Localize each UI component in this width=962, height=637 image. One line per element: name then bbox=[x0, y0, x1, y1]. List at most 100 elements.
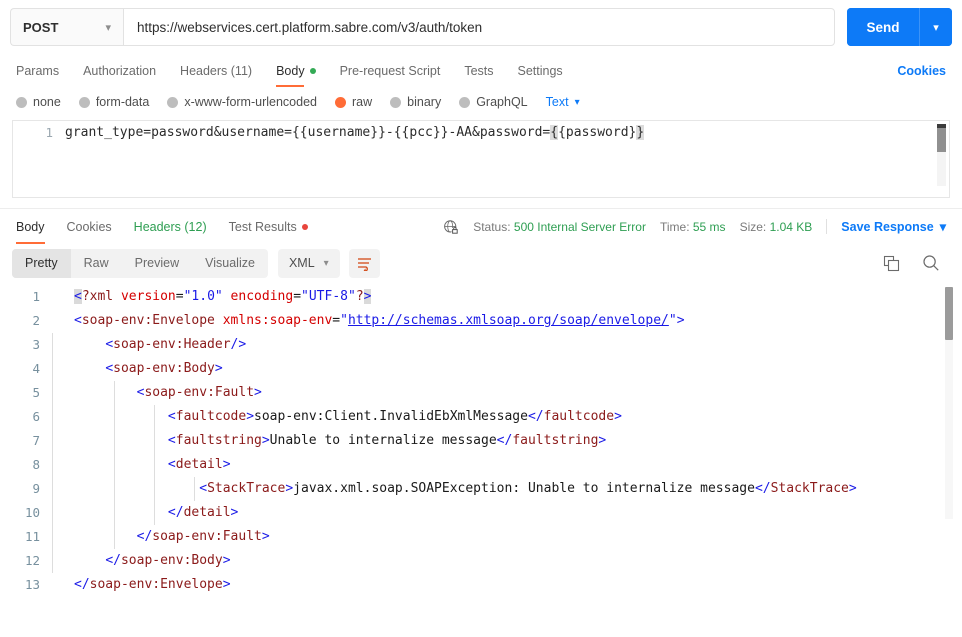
time-value: 55 ms bbox=[692, 219, 726, 234]
radio-icon bbox=[16, 96, 27, 108]
response-body-code[interactable]: 1 <?xml version="1.0" encoding="UTF-8"?>… bbox=[0, 282, 962, 622]
fold-guide bbox=[52, 405, 53, 429]
fold-guide bbox=[52, 477, 53, 501]
response-tab-body[interactable]: Body bbox=[16, 209, 45, 244]
code-text: <detail> bbox=[52, 453, 231, 477]
response-tab-cookies[interactable]: Cookies bbox=[67, 209, 112, 244]
view-mode-raw[interactable]: Raw bbox=[71, 249, 122, 278]
chevron-down-icon: ▾ bbox=[939, 220, 946, 234]
request-url-bar: POST ▾ Send ▾ bbox=[0, 0, 962, 54]
code-line: 6 <faultcode>soap-env:Client.InvalidEbXm… bbox=[0, 405, 962, 429]
status-label: Status: bbox=[473, 219, 511, 234]
line-number: 12 bbox=[24, 553, 40, 568]
request-body-line: 1 grant_type=password&username={{usernam… bbox=[13, 121, 949, 145]
response-tab-test-results[interactable]: Test Results bbox=[229, 209, 308, 244]
line-number: 1 bbox=[45, 125, 53, 140]
raw-format-value: Text bbox=[545, 95, 569, 109]
body-type-graphql[interactable]: GraphQL bbox=[459, 95, 528, 109]
copy-icon[interactable] bbox=[883, 255, 900, 272]
code-line: 13 </soap-env:Envelope> bbox=[0, 573, 962, 597]
radio-label: form-data bbox=[95, 95, 150, 109]
response-body-scrollbar[interactable] bbox=[945, 287, 953, 519]
tab-authorization[interactable]: Authorization bbox=[83, 54, 156, 87]
request-body-variable: {password} bbox=[558, 125, 637, 140]
fold-guide bbox=[154, 477, 155, 501]
code-text: </detail> bbox=[52, 501, 238, 525]
tab-label: Test Results bbox=[228, 219, 297, 234]
send-button[interactable]: Send bbox=[847, 8, 919, 46]
namespace-url-link[interactable]: http://schemas.xmlsoap.org/soap/envelope… bbox=[348, 313, 669, 328]
fold-guide bbox=[52, 381, 53, 405]
code-line: 3 <soap-env:Header/> bbox=[0, 333, 962, 357]
body-type-form-data[interactable]: form-data bbox=[78, 95, 150, 109]
request-body-text[interactable]: grant_type=password&username={{username}… bbox=[65, 121, 645, 145]
tab-pre-request-script[interactable]: Pre-request Script bbox=[340, 54, 441, 87]
http-method-value: POST bbox=[23, 19, 59, 35]
wrap-text-icon bbox=[357, 257, 371, 271]
status-value: 500 Internal Server Error bbox=[513, 219, 646, 234]
line-number: 3 bbox=[32, 337, 40, 352]
request-body-brace-close: } bbox=[636, 125, 645, 140]
fold-guide bbox=[114, 501, 115, 525]
search-icon[interactable] bbox=[922, 254, 940, 272]
radio-icon bbox=[459, 96, 471, 108]
fold-guide bbox=[52, 333, 53, 357]
view-mode-visualize[interactable]: Visualize bbox=[192, 249, 268, 278]
tab-tests[interactable]: Tests bbox=[464, 54, 493, 87]
fold-guide bbox=[52, 549, 53, 573]
raw-format-select[interactable]: Text ▾ bbox=[546, 95, 580, 109]
code-line: 5 <soap-env:Fault> bbox=[0, 381, 962, 405]
send-options-button[interactable]: ▾ bbox=[919, 8, 952, 46]
radio-label: raw bbox=[352, 95, 373, 109]
request-body-brace-open: { bbox=[550, 125, 559, 140]
radio-icon bbox=[78, 96, 90, 108]
wrap-text-button[interactable] bbox=[348, 248, 380, 278]
tab-label: Headers (12) bbox=[133, 219, 207, 234]
globe-lock-icon[interactable] bbox=[443, 219, 459, 235]
url-input[interactable] bbox=[123, 8, 835, 46]
save-response-button[interactable]: Save Response ▾ bbox=[826, 219, 946, 234]
code-line: 7 <faultstring>Unable to internalize mes… bbox=[0, 429, 962, 453]
code-line: 2 <soap-env:Envelope xmlns:soap-env="htt… bbox=[0, 309, 962, 333]
response-toolbar-actions bbox=[883, 254, 950, 272]
line-number: 9 bbox=[32, 481, 40, 496]
code-text: <faultcode>soap-env:Client.InvalidEbXmlM… bbox=[52, 405, 622, 429]
line-number: 10 bbox=[24, 505, 40, 520]
tab-label: Settings bbox=[517, 63, 563, 78]
fold-guide bbox=[114, 429, 115, 453]
tab-body[interactable]: Body bbox=[276, 54, 316, 87]
fold-guide bbox=[52, 501, 53, 525]
cookies-link[interactable]: Cookies bbox=[897, 64, 946, 78]
view-mode-pretty[interactable]: Pretty bbox=[12, 248, 71, 278]
request-body-text-main: grant_type=password&username={{username}… bbox=[65, 125, 551, 140]
response-tab-headers[interactable]: Headers (12) bbox=[134, 209, 207, 244]
http-method-select[interactable]: POST ▾ bbox=[10, 8, 123, 46]
fold-guide bbox=[52, 525, 53, 549]
line-number: 8 bbox=[32, 457, 40, 472]
tab-settings[interactable]: Settings bbox=[518, 54, 563, 87]
request-body-scrollbar[interactable] bbox=[937, 124, 946, 186]
view-mode-preview[interactable]: Preview bbox=[122, 249, 192, 278]
code-text: <soap-env:Fault> bbox=[52, 381, 262, 405]
fold-guide bbox=[114, 453, 115, 477]
response-view-mode-group: Pretty Raw Preview Visualize bbox=[12, 248, 268, 278]
test-failed-indicator-icon bbox=[301, 223, 308, 230]
line-number: 1 bbox=[32, 289, 40, 304]
time-stat: Time: 55 ms bbox=[660, 220, 726, 234]
send-button-group: Send ▾ bbox=[847, 8, 952, 46]
fold-guide bbox=[154, 429, 155, 453]
tab-params[interactable]: Params bbox=[16, 54, 59, 87]
body-type-raw[interactable]: raw bbox=[335, 95, 372, 109]
request-body-editor[interactable]: 1 grant_type=password&username={{usernam… bbox=[12, 120, 950, 198]
code-line: 9 <StackTrace>javax.xml.soap.SOAPExcepti… bbox=[0, 477, 962, 501]
response-format-select[interactable]: XML ▾ bbox=[277, 248, 340, 278]
fold-guide bbox=[114, 477, 115, 501]
body-type-x-www-form-urlencoded[interactable]: x-www-form-urlencoded bbox=[167, 95, 317, 109]
fold-guide bbox=[114, 405, 115, 429]
code-text: <StackTrace>javax.xml.soap.SOAPException… bbox=[52, 477, 907, 501]
body-type-none[interactable]: none bbox=[16, 95, 61, 109]
body-type-binary[interactable]: binary bbox=[390, 95, 441, 109]
tab-headers[interactable]: Headers (11) bbox=[180, 54, 252, 87]
response-format-value: XML bbox=[288, 256, 315, 270]
fold-guide bbox=[52, 453, 53, 477]
